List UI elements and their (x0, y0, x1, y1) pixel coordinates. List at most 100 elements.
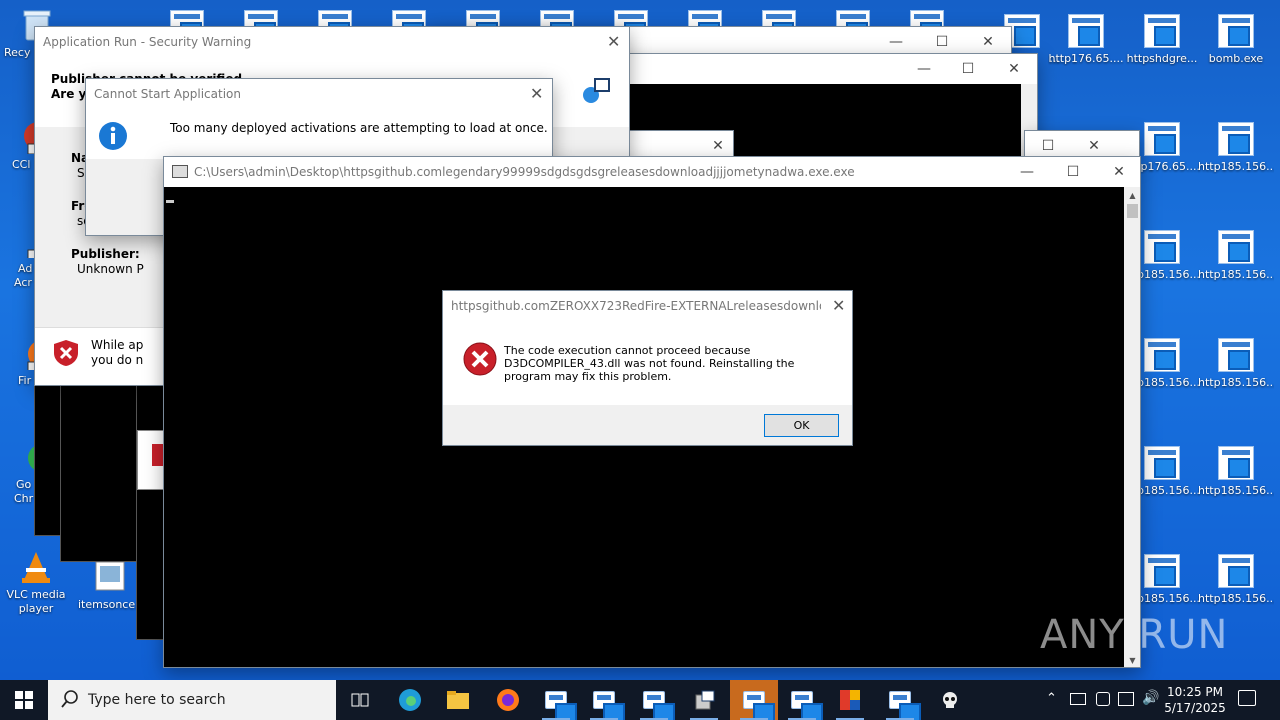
clock-date: 5/17/2025 (1164, 701, 1226, 715)
volume-icon[interactable]: 🔊 (1142, 690, 1159, 706)
folder-icon (447, 691, 469, 709)
publisher-value: Unknown P (77, 262, 144, 276)
desktop-icon-file[interactable]: httpshdgre... (1124, 14, 1200, 66)
taskbar-app-window[interactable] (630, 680, 678, 720)
windows-logo-icon (15, 691, 33, 709)
desktop-icon-file[interactable]: http176.65.... (1048, 14, 1124, 66)
publisher-label: Publisher: (71, 247, 140, 261)
minimize-icon[interactable]: — (1004, 157, 1050, 187)
task-view-button[interactable] (336, 680, 384, 720)
taskbar-app-skull[interactable] (926, 680, 974, 720)
desktop-icon-label: bomb.exe (1208, 52, 1264, 65)
taskbar-app-window-active[interactable] (730, 680, 778, 720)
maximize-icon[interactable]: ☐ (945, 54, 991, 84)
search-placeholder: Type here to search (88, 692, 226, 708)
tray-app-icon[interactable] (1096, 692, 1110, 706)
app-window-icon (1144, 554, 1180, 588)
app-window-icon (545, 691, 577, 720)
vlc-icon (18, 550, 54, 584)
console-app-icon (172, 165, 188, 178)
maximize-icon[interactable]: ☐ (1050, 157, 1096, 187)
error-message: The code execution cannot proceed becaus… (504, 344, 795, 383)
app-window-icon (1144, 14, 1180, 48)
close-icon[interactable]: ✕ (991, 54, 1037, 84)
notification-icon[interactable] (1238, 690, 1256, 706)
desktop-icon-file[interactable]: http185.156... (1198, 122, 1274, 174)
firefox-icon (497, 689, 519, 711)
desktop-icon-bomb-exe[interactable]: bomb.exe (1198, 14, 1274, 66)
window-title: Application Run - Security Warning (43, 35, 252, 49)
watermark-text: ANY RUN (1040, 612, 1229, 658)
app-window-icon (1218, 14, 1254, 48)
scroll-up-icon[interactable]: ▲ (1124, 187, 1140, 204)
warning-text: While ap you do n (91, 338, 143, 368)
tray-device-icon[interactable] (1070, 693, 1086, 705)
clock[interactable]: 10:25 PM 5/17/2025 (1162, 684, 1228, 716)
app-window-icon (1144, 446, 1180, 480)
desktop-icon-file[interactable]: http185.156... (1198, 554, 1274, 606)
window-title: httpsgithub.comZEROXX723RedFire-EXTERNAL… (451, 299, 821, 313)
search-icon (60, 689, 80, 712)
desktop-icon-label: httpshdgre... (1126, 52, 1198, 65)
desktop-icon-label: http185.156... (1198, 484, 1274, 497)
desktop-icon-label: http185.156... (1198, 592, 1274, 605)
error-icon (463, 342, 497, 379)
taskbar-app-window[interactable] (532, 680, 580, 720)
minimize-icon[interactable]: — (901, 54, 947, 84)
taskbar: Type here to search ⌃ 🔊 10:25 PM 5/17/20… (0, 680, 1280, 720)
app-window-icon (791, 691, 823, 720)
desktop-icon-file[interactable]: http185.156... (1198, 338, 1274, 390)
scrollbar[interactable]: ▲ ▼ (1124, 187, 1140, 667)
app-window-icon (743, 691, 775, 720)
taskbar-firefox[interactable] (484, 680, 532, 720)
app-window-icon (889, 691, 921, 720)
start-button[interactable] (0, 680, 48, 720)
taskbar-app-installer[interactable] (680, 680, 728, 720)
edge-icon (399, 689, 421, 711)
app-window-icon (593, 691, 625, 720)
app-window-icon (1218, 554, 1254, 588)
desktop-icon-label: http185.156... (1198, 160, 1274, 173)
tray-overflow-icon[interactable]: ⌃ (1046, 691, 1057, 706)
taskbar-file-explorer[interactable] (434, 680, 482, 720)
warning-line-1: While ap (91, 338, 144, 352)
desktop-icon-label: http185.156... (1198, 268, 1274, 281)
window-title: C:\Users\admin\Desktop\httpsgithub.comle… (194, 165, 855, 179)
skull-icon (943, 692, 957, 708)
close-icon[interactable]: ✕ (607, 32, 620, 51)
taskbar-app-window[interactable] (778, 680, 826, 720)
app-window-icon (1144, 338, 1180, 372)
anyrun-watermark: ANY RUN (1040, 612, 1228, 658)
app-window-icon (1218, 122, 1254, 156)
search-box[interactable]: Type here to search (48, 680, 336, 720)
app-window-icon (1218, 338, 1254, 372)
clock-time: 10:25 PM (1167, 685, 1223, 699)
close-icon[interactable]: ✕ (530, 84, 543, 103)
close-icon[interactable]: ✕ (1096, 157, 1140, 187)
app-window-icon (1218, 446, 1254, 480)
desktop-icon-label: VLC media (6, 588, 66, 601)
desktop-icon-label: http185.156... (1198, 376, 1274, 389)
app-window-icon (1068, 14, 1104, 48)
app-window-icon (643, 691, 675, 720)
taskbar-app-multicolor[interactable] (826, 680, 874, 720)
taskbar-app-window[interactable] (580, 680, 628, 720)
ok-button[interactable]: OK (764, 414, 839, 437)
info-icon (98, 121, 128, 154)
dialog-message: Too many deployed activations are attemp… (170, 121, 548, 135)
desktop-icon-file[interactable]: http185.156... (1198, 446, 1274, 498)
desktop-icon-file[interactable]: http185.156... (1198, 230, 1274, 282)
installer-icon (695, 690, 715, 710)
app-multicolor-icon (840, 690, 860, 710)
taskbar-edge[interactable] (386, 680, 434, 720)
console-remnant (136, 380, 164, 640)
shield-error-icon (53, 339, 79, 370)
window-title: Cannot Start Application (94, 87, 241, 101)
app-window-icon (1144, 230, 1180, 264)
close-icon[interactable]: ✕ (832, 296, 845, 315)
scroll-thumb[interactable] (1127, 204, 1138, 218)
network-icon[interactable] (1118, 692, 1134, 706)
app-window-icon (1218, 230, 1254, 264)
error-dialog[interactable]: httpsgithub.comZEROXX723RedFire-EXTERNAL… (442, 290, 853, 446)
taskbar-app-window[interactable] (876, 680, 924, 720)
